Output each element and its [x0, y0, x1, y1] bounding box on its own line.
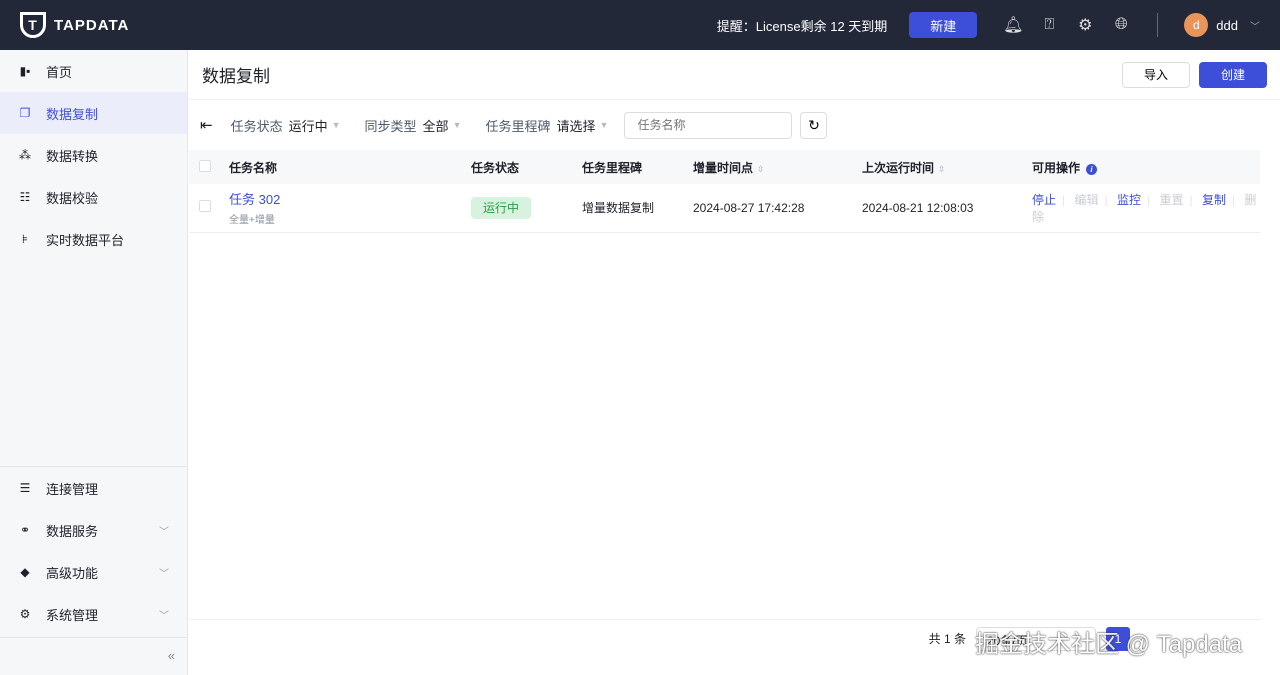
refresh-button[interactable]: ↻: [800, 111, 828, 139]
label: 系统管理: [46, 607, 99, 623]
milestone-filter[interactable]: 请选择: [557, 116, 596, 135]
task-table: 任务名称 任务状态 任务里程碑 增量时间点 ⇳ 上次运行时间 ⇳ 可用操作 i 任务 …: [189, 150, 1260, 233]
col-actions: 可用操作 i: [1032, 150, 1260, 184]
caret-down-icon: ▼: [331, 120, 341, 130]
sidebar-item-data-replication[interactable]: ❐ 数据复制: [0, 92, 187, 134]
brand-name: TAPDATA: [54, 16, 130, 34]
nodes-icon: ⁂: [19, 148, 31, 162]
status-filter[interactable]: 运行中: [289, 116, 328, 135]
main-content: 数据复制 导入 创建 ⇤ 任务状态 运行中 ▼ 同步类型 全部 ▼ 任务里程碑 请选…: [189, 50, 1280, 675]
label: 高级功能: [46, 565, 99, 581]
info-icon[interactable]: i: [1086, 163, 1098, 175]
watermark: 掘金技术社区 @ Tapdata: [975, 631, 1243, 658]
sidebar: ▮▪ 首页 ❐ 数据复制 ⁂ 数据转换 ☷ 数据校验 ⊧ 实时数据平台 ☰ 连接管理 ⚭ 数据…: [0, 50, 188, 675]
gear-icon[interactable]: ⚙: [1067, 15, 1103, 35]
caret-down-icon: ▼: [452, 120, 462, 130]
label: 数据复制: [46, 106, 99, 122]
collapse-sidebar-button[interactable]: «: [0, 637, 187, 675]
sync-type-filter[interactable]: 全部: [423, 116, 449, 135]
col-last-run[interactable]: 上次运行时间 ⇳: [862, 150, 1032, 184]
reset-button[interactable]: 重置: [1159, 193, 1183, 207]
chevron-down-icon: ﹀: [159, 526, 169, 538]
table-header: 任务名称 任务状态 任务里程碑 增量时间点 ⇳ 上次运行时间 ⇳ 可用操作 i: [189, 150, 1260, 184]
top-bar: T TAPDATA 提醒：License剩余 12 天到期 新建 🔔︎ ⍰ ⚙ 🌐…: [0, 0, 1280, 50]
sidebar-item-data-verify[interactable]: ☷ 数据校验: [0, 176, 187, 218]
label: 首页: [46, 64, 73, 80]
filter-bar: ⇤ 任务状态 运行中▼ 同步类型 全部▼ 任务里程碑 请选择▼ ↻: [189, 100, 1280, 150]
new-button[interactable]: 新建: [909, 12, 978, 38]
label: 可用操作: [1032, 160, 1081, 175]
sidebar-item-realtime-platform[interactable]: ⊧ 实时数据平台: [0, 218, 187, 260]
tapdata-logo-icon: T: [20, 12, 46, 38]
caret-down-icon: ▼: [599, 120, 609, 130]
sync-type-label: 同步类型: [364, 118, 417, 134]
list-icon: ☰: [19, 481, 31, 495]
user-name[interactable]: ddd: [1216, 18, 1238, 33]
chevron-down-icon: ﹀: [159, 568, 169, 580]
chevron-down-icon: ﹀: [159, 610, 169, 622]
sort-icon[interactable]: ⇳: [938, 164, 946, 174]
row-checkbox[interactable]: [199, 200, 211, 213]
select-all-checkbox[interactable]: [199, 159, 211, 172]
last-run-time: 2024-08-21 12:08:03: [862, 184, 1032, 233]
import-button[interactable]: 导入: [1122, 61, 1190, 88]
service-icon: ⚭: [19, 523, 31, 537]
globe-icon[interactable]: 🌐︎: [1103, 16, 1139, 34]
diamond-icon: ◆: [20, 565, 30, 579]
sidebar-item-data-service[interactable]: ⚭ 数据服务 ﹀: [0, 509, 187, 551]
copy-button[interactable]: 复制: [1202, 193, 1226, 207]
table-row: 任务 302 全量+增量 运行中 增量数据复制 2024-08-27 17:42:…: [189, 184, 1260, 233]
monitor-button[interactable]: 监控: [1117, 193, 1141, 207]
help-icon[interactable]: ⍰: [1031, 16, 1067, 34]
sidebar-item-home[interactable]: ▮▪ 首页: [0, 50, 187, 92]
total-count: 共 1 条: [928, 632, 966, 646]
verify-icon: ☷: [19, 190, 31, 204]
status-filter-label: 任务状态: [230, 118, 283, 134]
sidebar-item-system[interactable]: ⚙ 系统管理 ﹀: [0, 593, 187, 635]
stop-button[interactable]: 停止: [1032, 193, 1056, 207]
label: 实时数据平台: [46, 232, 125, 248]
col-milestone: 任务里程碑: [582, 150, 693, 184]
milestone: 增量数据复制: [582, 184, 693, 233]
gear-icon: ⚙: [19, 607, 31, 621]
row-actions: 停止 | 编辑 | 监控 | 重置 | 复制 | 删除: [1032, 184, 1260, 233]
bell-icon[interactable]: 🔔︎: [995, 15, 1031, 35]
license-notice: 提醒：License剩余 12 天到期: [716, 18, 888, 34]
sidebar-item-data-transform[interactable]: ⁂ 数据转换: [0, 134, 187, 176]
task-type: 全量+增量: [229, 215, 275, 227]
logo[interactable]: T TAPDATA: [20, 12, 129, 38]
task-name-link[interactable]: 任务 302: [229, 189, 471, 208]
milestone-label: 任务里程碑: [485, 118, 551, 134]
col-status: 任务状态: [471, 150, 582, 184]
label: 数据转换: [46, 148, 99, 164]
tree-icon: ⊧: [21, 232, 29, 246]
incr-time: 2024-08-27 17:42:28: [693, 184, 862, 233]
label: 连接管理: [46, 481, 99, 497]
toggle-tree-icon[interactable]: ⇤: [200, 116, 213, 134]
refresh-icon: ↻: [808, 116, 820, 133]
edit-button[interactable]: 编辑: [1074, 193, 1098, 207]
label: 数据校验: [46, 190, 99, 206]
dashboard-icon: ▮▪: [19, 64, 31, 78]
create-button[interactable]: 创建: [1199, 61, 1267, 88]
task-name-search-input[interactable]: [624, 111, 793, 139]
col-task-name: 任务名称: [229, 150, 471, 184]
label: 上次运行时间: [862, 160, 935, 175]
chevron-down-icon[interactable]: ﹀: [1250, 18, 1260, 33]
sidebar-item-connections[interactable]: ☰ 连接管理: [0, 467, 187, 509]
copy-icon: ❐: [19, 106, 31, 120]
label: 数据服务: [46, 523, 99, 539]
sort-icon[interactable]: ⇳: [757, 164, 765, 174]
avatar[interactable]: d: [1184, 13, 1209, 37]
sidebar-item-advanced[interactable]: ◆ 高级功能 ﹀: [0, 551, 187, 593]
status-badge: 运行中: [471, 197, 532, 220]
col-incr-time[interactable]: 增量时间点 ⇳: [693, 150, 862, 184]
divider: [1157, 13, 1159, 37]
page-title: 数据复制: [202, 67, 270, 86]
label: 增量时间点: [693, 160, 754, 175]
